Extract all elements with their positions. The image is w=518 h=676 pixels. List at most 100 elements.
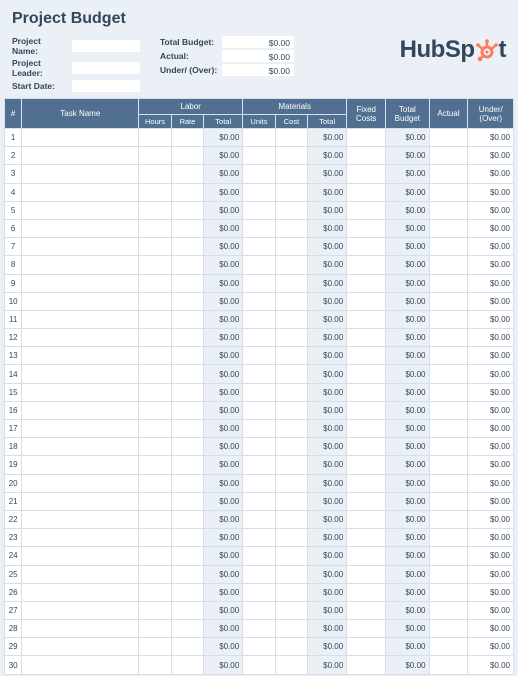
cell-h[interactable] [139, 201, 171, 219]
cell-c[interactable] [275, 420, 307, 438]
cell-fc[interactable] [347, 147, 386, 165]
cell-lt[interactable]: $0.00 [204, 383, 243, 401]
cell-lt[interactable]: $0.00 [204, 492, 243, 510]
cell-r[interactable] [171, 274, 203, 292]
cell-u[interactable] [243, 256, 275, 274]
cell-fc[interactable] [347, 565, 386, 583]
cell-mt[interactable]: $0.00 [308, 201, 347, 219]
cell-mt[interactable]: $0.00 [308, 565, 347, 583]
cell-fc[interactable] [347, 656, 386, 674]
cell-tb[interactable]: $0.00 [386, 183, 429, 201]
cell-t[interactable] [22, 620, 139, 638]
cell-uo[interactable]: $0.00 [468, 329, 514, 347]
cell-tb[interactable]: $0.00 [386, 292, 429, 310]
cell-t[interactable] [22, 165, 139, 183]
cell-c[interactable] [275, 274, 307, 292]
cell-lt[interactable]: $0.00 [204, 620, 243, 638]
cell-t[interactable] [22, 256, 139, 274]
cell-r[interactable] [171, 329, 203, 347]
cell-c[interactable] [275, 438, 307, 456]
cell-fc[interactable] [347, 401, 386, 419]
cell-mt[interactable]: $0.00 [308, 165, 347, 183]
cell-n[interactable]: 21 [5, 492, 22, 510]
cell-mt[interactable]: $0.00 [308, 365, 347, 383]
cell-mt[interactable]: $0.00 [308, 256, 347, 274]
cell-c[interactable] [275, 256, 307, 274]
cell-r[interactable] [171, 201, 203, 219]
cell-t[interactable] [22, 347, 139, 365]
cell-c[interactable] [275, 310, 307, 328]
cell-n[interactable]: 14 [5, 365, 22, 383]
cell-t[interactable] [22, 474, 139, 492]
cell-n[interactable]: 26 [5, 583, 22, 601]
cell-c[interactable] [275, 510, 307, 528]
cell-ac[interactable] [429, 310, 468, 328]
cell-c[interactable] [275, 474, 307, 492]
cell-lt[interactable]: $0.00 [204, 638, 243, 656]
cell-ac[interactable] [429, 347, 468, 365]
cell-h[interactable] [139, 147, 171, 165]
cell-ac[interactable] [429, 601, 468, 619]
cell-lt[interactable]: $0.00 [204, 365, 243, 383]
cell-tb[interactable]: $0.00 [386, 201, 429, 219]
cell-h[interactable] [139, 420, 171, 438]
cell-uo[interactable]: $0.00 [468, 438, 514, 456]
cell-u[interactable] [243, 510, 275, 528]
cell-fc[interactable] [347, 310, 386, 328]
cell-ac[interactable] [429, 583, 468, 601]
cell-r[interactable] [171, 565, 203, 583]
cell-u[interactable] [243, 620, 275, 638]
cell-tb[interactable]: $0.00 [386, 383, 429, 401]
cell-fc[interactable] [347, 329, 386, 347]
cell-n[interactable]: 27 [5, 601, 22, 619]
cell-n[interactable]: 20 [5, 474, 22, 492]
cell-u[interactable] [243, 365, 275, 383]
cell-t[interactable] [22, 365, 139, 383]
cell-tb[interactable]: $0.00 [386, 510, 429, 528]
cell-t[interactable] [22, 656, 139, 674]
cell-t[interactable] [22, 401, 139, 419]
cell-r[interactable] [171, 147, 203, 165]
cell-h[interactable] [139, 638, 171, 656]
cell-t[interactable] [22, 547, 139, 565]
project-leader-input[interactable] [72, 62, 140, 74]
cell-t[interactable] [22, 456, 139, 474]
cell-lt[interactable]: $0.00 [204, 510, 243, 528]
cell-h[interactable] [139, 620, 171, 638]
cell-u[interactable] [243, 565, 275, 583]
cell-tb[interactable]: $0.00 [386, 492, 429, 510]
cell-uo[interactable]: $0.00 [468, 310, 514, 328]
cell-n[interactable]: 8 [5, 256, 22, 274]
cell-n[interactable]: 6 [5, 219, 22, 237]
cell-c[interactable] [275, 365, 307, 383]
cell-c[interactable] [275, 547, 307, 565]
cell-t[interactable] [22, 219, 139, 237]
cell-h[interactable] [139, 365, 171, 383]
cell-r[interactable] [171, 219, 203, 237]
cell-h[interactable] [139, 292, 171, 310]
cell-u[interactable] [243, 165, 275, 183]
cell-fc[interactable] [347, 274, 386, 292]
cell-mt[interactable]: $0.00 [308, 620, 347, 638]
cell-c[interactable] [275, 219, 307, 237]
cell-lt[interactable]: $0.00 [204, 565, 243, 583]
cell-t[interactable] [22, 583, 139, 601]
cell-tb[interactable]: $0.00 [386, 547, 429, 565]
cell-u[interactable] [243, 274, 275, 292]
cell-u[interactable] [243, 529, 275, 547]
cell-n[interactable]: 3 [5, 165, 22, 183]
cell-n[interactable]: 9 [5, 274, 22, 292]
cell-ac[interactable] [429, 329, 468, 347]
project-name-input[interactable] [72, 40, 140, 52]
cell-uo[interactable]: $0.00 [468, 656, 514, 674]
cell-mt[interactable]: $0.00 [308, 383, 347, 401]
cell-c[interactable] [275, 238, 307, 256]
cell-r[interactable] [171, 601, 203, 619]
cell-u[interactable] [243, 310, 275, 328]
cell-mt[interactable]: $0.00 [308, 438, 347, 456]
cell-u[interactable] [243, 347, 275, 365]
cell-c[interactable] [275, 147, 307, 165]
cell-fc[interactable] [347, 547, 386, 565]
cell-uo[interactable]: $0.00 [468, 420, 514, 438]
cell-t[interactable] [22, 529, 139, 547]
